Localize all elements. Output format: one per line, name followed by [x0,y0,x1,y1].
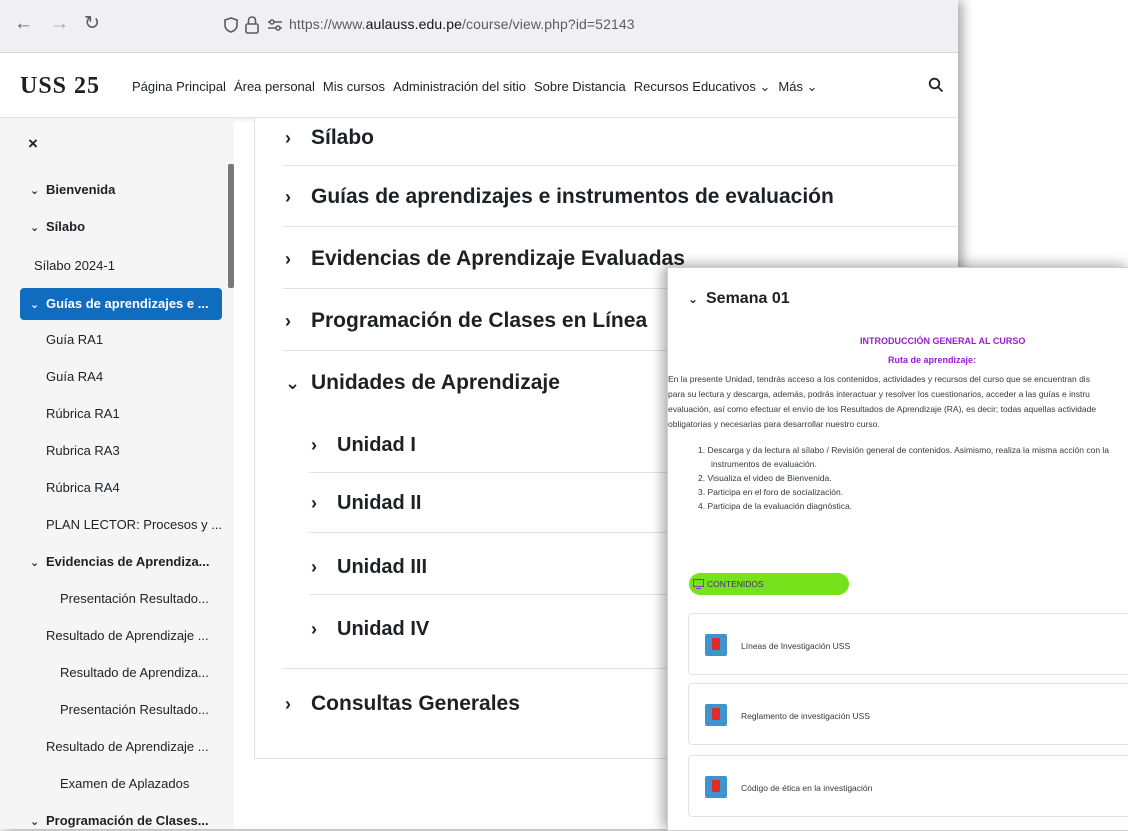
chevron-right-icon: › [311,435,317,455]
step-item: 4. Participa de la evaluación diagnóstic… [698,501,853,511]
back-icon[interactable]: ← [14,13,33,35]
step-item: instrumentos de evaluación. [711,459,817,469]
sidebar-item-presentacion-1[interactable]: Presentación Resultado... [60,591,209,606]
site-navbar: USS 25 Página Principal Área personal Mi… [0,53,958,118]
chevron-right-icon: › [285,128,291,148]
menu-item-mas[interactable]: Más ⌄ [778,79,817,95]
menu-item-administracion[interactable]: Administración del sitio [393,79,526,95]
divider [283,165,958,166]
sidebar-item-examen-aplazados[interactable]: Examen de Aplazados [60,776,189,791]
url-domain: aulauss.edu.pe [365,16,463,32]
menu-item-recursos-educativos[interactable]: Recursos Educativos ⌄ [634,79,771,95]
resource-item[interactable]: Reglamento de investigación USS [688,683,1128,745]
divider [283,226,958,227]
chevron-down-icon: ⌄ [30,185,40,197]
pdf-file-icon [705,776,727,798]
sidebar-item-bienvenida[interactable]: ⌄ Bienvenida [30,182,115,197]
sidebar-item-programacion[interactable]: ⌄ Programación de Clases... [30,813,209,828]
sidebar-item-guia-ra4[interactable]: Guía RA4 [46,369,103,384]
url-prefix: https://www. [289,16,366,32]
menu-item-mis-cursos[interactable]: Mis cursos [323,79,385,95]
chevron-down-icon: ⌄ [30,816,40,828]
section-evidencias[interactable]: › Evidencias de Aprendizaje Evaluadas [285,247,685,271]
chevron-right-icon: › [311,619,317,639]
section-consultas[interactable]: › Consultas Generales [285,692,520,716]
contents-label: CONTENIDOS [707,579,764,589]
sidebar-item-resultado-3[interactable]: Resultado de Aprendizaje ... [46,739,209,754]
drawer-scrollbar[interactable] [228,164,234,288]
section-unidad-1[interactable]: › Unidad I [311,434,416,457]
intro-paragraph-line: En la presente Unidad, tendrás acceso a … [668,374,1090,384]
sidebar-item-resultado-1[interactable]: Resultado de Aprendizaje ... [46,628,209,643]
lock-icon[interactable] [244,15,260,35]
section-unidades[interactable]: ⌄ Unidades de Aprendizaje [285,371,560,395]
section-programacion[interactable]: › Programación de Clases en Línea [285,309,647,333]
resource-link[interactable]: Código de ética en la investigación [741,783,872,793]
sidebar-item-presentacion-2[interactable]: Presentación Resultado... [60,702,209,717]
chevron-right-icon: › [285,311,291,331]
monitor-icon [693,579,704,589]
pdf-file-icon [705,634,727,656]
pdf-file-icon [705,704,727,726]
step-item: 2. Visualiza el video de Bienvenida. [698,473,832,483]
sidebar-item-guias[interactable]: ⌄ Guías de aprendizajes e ... [30,296,209,311]
reload-icon[interactable]: ↻ [84,13,100,35]
course-index-drawer: × ⌄ Bienvenida ⌄ Sílabo Sílabo 2024-1 ⌄ Guí… [0,118,234,829]
step-item: 1. Descarga y da lectura al sílabo / Rev… [698,445,1110,455]
chevron-down-icon: ⌄ [30,222,40,234]
sidebar-item-rubrica-ra4[interactable]: Rúbrica RA4 [46,480,120,495]
intro-paragraph-line: evaluación, así como efectuar el envío d… [668,404,1097,414]
browser-toolbar: ← → ↻ https://www.aulauss.edu.pe/course/… [0,0,958,53]
sidebar-item-plan-lector[interactable]: PLAN LECTOR: Procesos y ... [46,517,222,532]
sidebar-item-rubrica-ra1[interactable]: Rúbrica RA1 [46,406,120,421]
section-unidad-4[interactable]: › Unidad IV [311,618,429,641]
menu-item-area-personal[interactable]: Área personal [234,79,315,95]
chevron-right-icon: › [285,249,291,269]
site-logo[interactable]: USS 25 [20,73,100,100]
section-silabo[interactable]: › Sílabo [285,126,374,150]
menu-item-sobre-distancia[interactable]: Sobre Distancia [534,79,626,95]
contents-banner: CONTENIDOS [689,573,849,595]
section-unidad-3[interactable]: › Unidad III [311,556,427,579]
search-icon[interactable] [928,77,944,93]
resource-link[interactable]: Reglamento de investigación USS [741,711,870,721]
sidebar-item-guia-ra1[interactable]: Guía RA1 [46,332,103,347]
sidebar-item-silabo[interactable]: ⌄ Sílabo [30,219,85,234]
intro-heading: INTRODUCCIÓN GENERAL AL CURSO [860,336,1026,346]
step-item: 3. Participa en el foro de socialización… [698,487,844,497]
chevron-down-icon: ⌄ [30,557,40,569]
permissions-icon[interactable] [266,17,284,33]
chevron-right-icon: › [285,694,291,714]
route-heading: Ruta de aprendizaje: [888,355,977,365]
week-panel-overlay: ⌄ Semana 01 INTRODUCCIÓN GENERAL AL CURSO… [667,267,1128,831]
resource-item[interactable]: Líneas de Investigación USS [688,613,1128,675]
url-path: /course/view.php?id=52143 [462,16,635,32]
intro-paragraph-line: obligatorias y necesarias para desarroll… [668,419,880,429]
chevron-down-icon: ⌄ [688,292,699,306]
resource-link[interactable]: Líneas de Investigación USS [741,641,850,651]
chevron-down-icon: ⌄ [285,373,301,393]
sidebar-item-resultado-2[interactable]: Resultado de Aprendiza... [60,665,209,680]
close-drawer-icon[interactable]: × [28,134,38,154]
forward-icon[interactable]: → [50,13,69,35]
section-unidad-2[interactable]: › Unidad II [311,492,421,515]
shield-icon[interactable] [222,16,240,34]
url-field[interactable]: https://www.aulauss.edu.pe/course/view.p… [289,16,635,32]
chevron-right-icon: › [285,187,291,207]
sidebar-item-silabo-2024[interactable]: Sílabo 2024-1 [34,258,115,273]
chevron-down-icon: ⌄ [30,299,40,311]
chevron-right-icon: › [311,557,317,577]
menu-item-pagina-principal[interactable]: Página Principal [132,79,226,95]
sidebar-item-rubrica-ra3[interactable]: Rubrica RA3 [46,443,120,458]
main-menu: Página Principal Área personal Mis curso… [132,79,825,95]
section-guias[interactable]: › Guías de aprendizajes e instrumentos de… [285,185,834,209]
intro-paragraph-line: para su lectura y descarga, además, podr… [668,389,1090,399]
chevron-right-icon: › [311,493,317,513]
sidebar-item-evidencias[interactable]: ⌄ Evidencias de Aprendiza... [30,554,210,569]
week-title[interactable]: ⌄ Semana 01 [688,290,790,308]
resource-item[interactable]: Código de ética en la investigación [688,755,1128,817]
